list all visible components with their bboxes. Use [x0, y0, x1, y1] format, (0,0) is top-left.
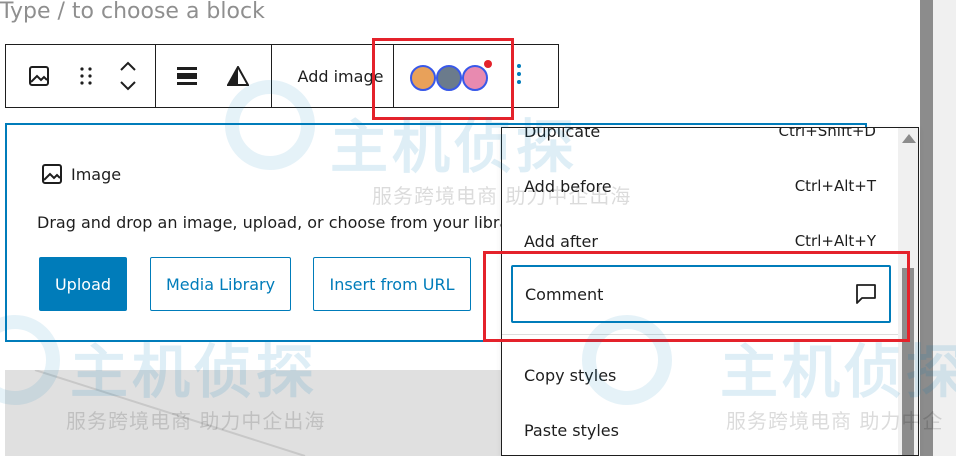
drag-handle-icon[interactable]	[72, 45, 102, 107]
block-description: Drag and drop an image, upload, or choos…	[37, 213, 510, 232]
watermark-tagline: 服务跨境电商 助力中企出海	[372, 184, 632, 208]
menu-item-shortcut: Ctrl+Alt+T	[794, 177, 876, 195]
media-library-button[interactable]: Media Library	[150, 257, 291, 311]
toolbar-group-block	[6, 45, 156, 107]
block-title: Image	[41, 163, 121, 185]
watermark-brand: 主机侦探	[330, 113, 579, 181]
chevron-up-icon[interactable]	[119, 61, 137, 71]
block-title-label: Image	[71, 164, 122, 184]
menu-item-shortcut: Ctrl+Alt+Y	[794, 232, 876, 250]
menu-item-label: Paste styles	[524, 420, 619, 440]
watermark-brand: 主机侦探	[720, 338, 956, 406]
insert-from-url-button[interactable]: Insert from URL	[313, 257, 471, 311]
watermark-tagline: 服务跨境电商 助力中企出海	[66, 409, 326, 433]
watermark-tagline: 服务跨境电商 助力中企	[726, 409, 944, 433]
image-icon	[42, 164, 62, 184]
image-icon	[28, 66, 49, 86]
block-placeholder: Type / to choose a block	[0, 0, 265, 24]
menu-item-label: Add after	[524, 231, 598, 251]
more-options-icon[interactable]	[516, 63, 522, 90]
watermark-logo-icon	[582, 315, 672, 405]
align-icon[interactable]	[156, 45, 218, 107]
menu-item-shortcut: Ctrl+Shift+D	[778, 127, 876, 140]
upload-button[interactable]: Upload	[39, 257, 127, 311]
watermark-brand: 主机侦探	[70, 338, 319, 406]
watermark-logo-icon	[225, 80, 315, 170]
move-up-down-icon[interactable]	[101, 45, 155, 107]
scroll-up-icon[interactable]	[902, 134, 916, 143]
image-block-icon[interactable]	[6, 45, 72, 107]
chevron-down-icon[interactable]	[119, 81, 137, 91]
